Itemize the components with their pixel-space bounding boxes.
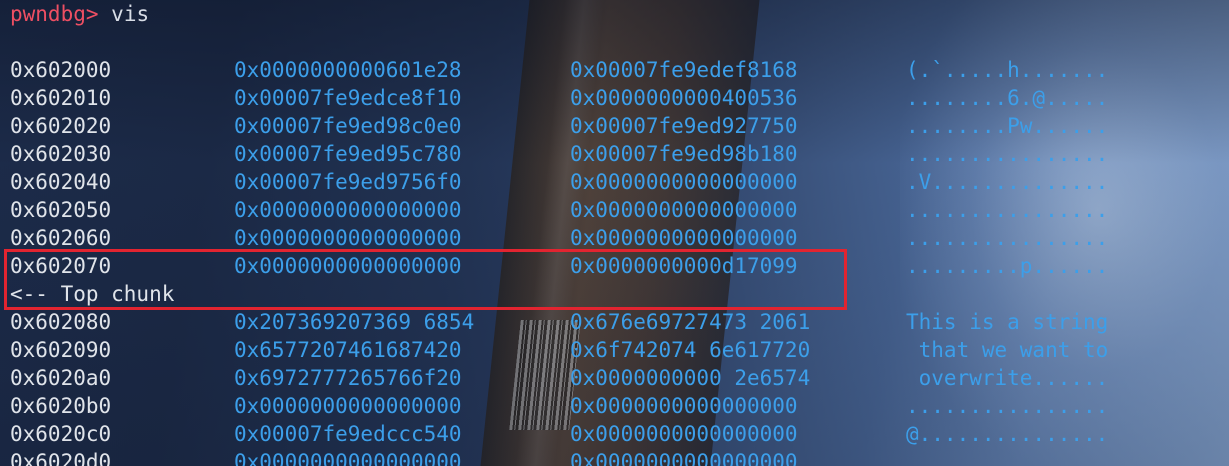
row-qword-2: 0x00007fe9ed98b180 — [570, 142, 798, 166]
terminal-output[interactable]: pwndbg> vis 0x602000 0x0000000000601e28 0x… — [0, 0, 1229, 466]
row-qword-1: 0x0000000000000000 — [234, 198, 462, 222]
row-address: 0x602000 — [10, 58, 112, 82]
row-qword-1: 0x6972777265766f20 — [234, 366, 462, 390]
row-ascii: ................ — [906, 226, 1109, 250]
row-qword-1: 0x0000000000000000 — [234, 394, 462, 418]
row-qword-1: 0x0000000000000000 — [234, 450, 462, 466]
top-chunk-highlight-box — [4, 249, 847, 310]
row-ascii: .V.............. — [906, 170, 1109, 194]
memory-row: 0x6020b0 0x0000000000000000 0x000000000000… — [0, 392, 1229, 420]
memory-row: 0x602020 0x00007fe9ed98c0e0 0x00007fe9ed92… — [0, 112, 1229, 140]
row-ascii: This is a string — [906, 310, 1109, 334]
memory-row: 0x602080 0x207369207369 6854 0x676e6972747… — [0, 308, 1229, 336]
row-ascii: ........6.@..... — [906, 86, 1109, 110]
row-qword-2: 0x00007fe9edef8168 — [570, 58, 798, 82]
prompt-label: pwndbg> — [10, 2, 99, 26]
row-qword-1: 0x00007fe9edccc540 — [234, 422, 462, 446]
memory-row: 0x602050 0x0000000000000000 0x000000000000… — [0, 196, 1229, 224]
memory-row: 0x602040 0x00007fe9ed9756f0 0x000000000000… — [0, 168, 1229, 196]
row-address: 0x602040 — [10, 170, 112, 194]
row-address: 0x6020d0 — [10, 450, 112, 466]
command-text: vis — [111, 2, 150, 26]
row-qword-2: 0x00007fe9ed927750 — [570, 114, 798, 138]
row-address: 0x602050 — [10, 198, 112, 222]
row-address: 0x602020 — [10, 114, 112, 138]
row-qword-1: 0x00007fe9ed98c0e0 — [234, 114, 462, 138]
memory-row: 0x602060 0x0000000000000000 0x000000000000… — [0, 224, 1229, 252]
row-ascii: ................ — [906, 142, 1109, 166]
row-qword-2: 0x0000000000000000 — [570, 226, 798, 250]
row-address: 0x6020c0 — [10, 422, 112, 446]
memory-row: 0x602030 0x00007fe9ed95c780 0x00007fe9ed98… — [0, 140, 1229, 168]
row-qword-2: 0x0000000000400536 — [570, 86, 798, 110]
row-qword-2: 0x0000000000000000 — [570, 170, 798, 194]
row-qword-2: 0x6f742074 6e617720 — [570, 338, 811, 362]
row-qword-2: 0x0000000000000000 — [570, 198, 798, 222]
row-qword-1: 0x207369207369 6854 — [234, 310, 475, 334]
row-ascii: ................ — [906, 198, 1109, 222]
row-address: 0x6020b0 — [10, 394, 112, 418]
row-qword-1: 0x6577207461687420 — [234, 338, 462, 362]
row-ascii: ................ — [906, 394, 1109, 418]
row-ascii: @............... — [906, 422, 1109, 446]
row-ascii: (.`.....h....... — [906, 58, 1109, 82]
row-qword-2: 0x0000000000 2e6574 — [570, 366, 811, 390]
memory-row: 0x602090 0x6577207461687420 0x6f742074 6e6… — [0, 336, 1229, 364]
row-ascii: overwrite...... — [906, 366, 1109, 390]
row-qword-2: 0x676e69727473 2061 — [570, 310, 811, 334]
row-address: 0x602010 — [10, 86, 112, 110]
memory-row: 0x602000 0x0000000000601e28 0x00007fe9edef… — [0, 56, 1229, 84]
row-address: 0x6020a0 — [10, 366, 112, 390]
memory-row: 0x602010 0x00007fe9edce8f10 0x000000000040… — [0, 84, 1229, 112]
row-qword-1: 0x00007fe9edce8f10 — [234, 86, 462, 110]
row-ascii: ........Pw...... — [906, 114, 1109, 138]
row-qword-2: 0x0000000000000000 — [570, 422, 798, 446]
row-address: 0x602090 — [10, 338, 112, 362]
memory-row: 0x6020d0 0x0000000000000000 0x000000000000… — [0, 448, 1229, 466]
row-qword-2: 0x0000000000000000 — [570, 450, 798, 466]
row-qword-1: 0x00007fe9ed95c780 — [234, 142, 462, 166]
row-qword-1: 0x00007fe9ed9756f0 — [234, 170, 462, 194]
row-ascii: that we want to — [906, 338, 1109, 362]
memory-row: 0x6020a0 0x6972777265766f20 0x0000000000 2… — [0, 364, 1229, 392]
row-qword-2: 0x0000000000000000 — [570, 394, 798, 418]
memory-row: 0x6020c0 0x00007fe9edccc540 0x000000000000… — [0, 420, 1229, 448]
row-address: 0x602080 — [10, 310, 112, 334]
row-address: 0x602030 — [10, 142, 112, 166]
row-qword-1: 0x0000000000000000 — [234, 226, 462, 250]
row-address: 0x602060 — [10, 226, 112, 250]
row-ascii: .........p...... — [906, 254, 1109, 278]
command-line: pwndbg> vis — [10, 0, 149, 28]
row-qword-1: 0x0000000000601e28 — [234, 58, 462, 82]
